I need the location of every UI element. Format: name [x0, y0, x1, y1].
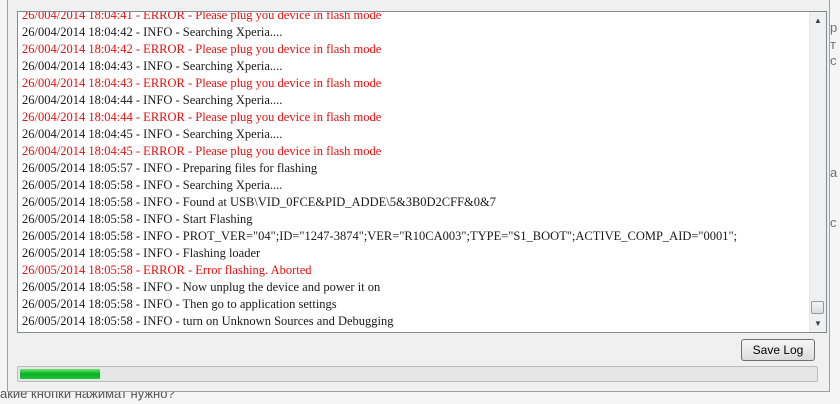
log-line: 26/005/2014 18:05:58 - INFO - Then go to… [22, 297, 337, 311]
log-line: 26/004/2014 18:04:44 - ERROR - Please pl… [22, 110, 382, 124]
progress-fill [20, 369, 100, 379]
scroll-up-icon[interactable]: ▲ [810, 12, 826, 29]
background-text-fragment: т [830, 37, 836, 52]
log-line: 26/005/2014 18:05:58 - INFO - turn on Un… [22, 314, 394, 328]
log-line: 26/004/2014 18:04:45 - INFO - Searching … [22, 127, 283, 141]
log-line: 26/005/2014 18:05:58 - INFO - Start Flas… [22, 212, 253, 226]
log-line: 26/004/2014 18:04:42 - ERROR - Please pl… [22, 42, 382, 56]
vertical-scrollbar[interactable]: ▲ ▼ [809, 12, 826, 332]
background-text-fragment: с [830, 53, 837, 68]
log-line: 26/004/2014 18:04:42 - INFO - Searching … [22, 25, 283, 39]
log-line: 26/005/2014 18:05:57 - INFO - Preparing … [22, 161, 318, 175]
background-text-fragment: с [830, 215, 837, 230]
background-text-fragment: а [830, 165, 838, 180]
log-line: 26/005/2014 18:05:58 - ERROR - Error fla… [22, 263, 312, 277]
background-text-fragment: р [830, 20, 838, 35]
scroll-down-icon[interactable]: ▼ [810, 315, 826, 332]
log-line: 26/004/2014 18:04:43 - INFO - Searching … [22, 59, 283, 73]
log-line: 26/005/2014 18:05:58 - INFO - PROT_VER="… [22, 229, 738, 243]
flasher-window: 26/004/2014 18:04:41 - ERROR - Please pl… [7, 0, 830, 392]
log-line: 26/005/2014 18:05:58 - INFO - Searching … [22, 178, 283, 192]
log-line: 26/005/2014 18:05:58 - INFO - Now unplug… [22, 280, 381, 294]
progress-bar [17, 366, 818, 382]
save-log-button[interactable]: Save Log [741, 339, 815, 361]
log-line: 26/004/2014 18:04:44 - INFO - Searching … [22, 93, 283, 107]
log-line: 26/004/2014 18:04:43 - ERROR - Please pl… [22, 76, 382, 90]
log-lines: 26/004/2014 18:04:41 - ERROR - Please pl… [22, 11, 802, 330]
log-line: 26/004/2014 18:04:41 - ERROR - Please pl… [22, 11, 382, 22]
log-line: 26/004/2014 18:04:45 - ERROR - Please pl… [22, 144, 382, 158]
log-textarea[interactable]: 26/004/2014 18:04:41 - ERROR - Please pl… [17, 11, 827, 333]
log-line: 26/005/2014 18:05:58 - INFO - Found at U… [22, 195, 496, 209]
scroll-thumb[interactable] [811, 301, 824, 314]
log-line: 26/005/2014 18:05:58 - INFO - Flashing l… [22, 246, 261, 260]
